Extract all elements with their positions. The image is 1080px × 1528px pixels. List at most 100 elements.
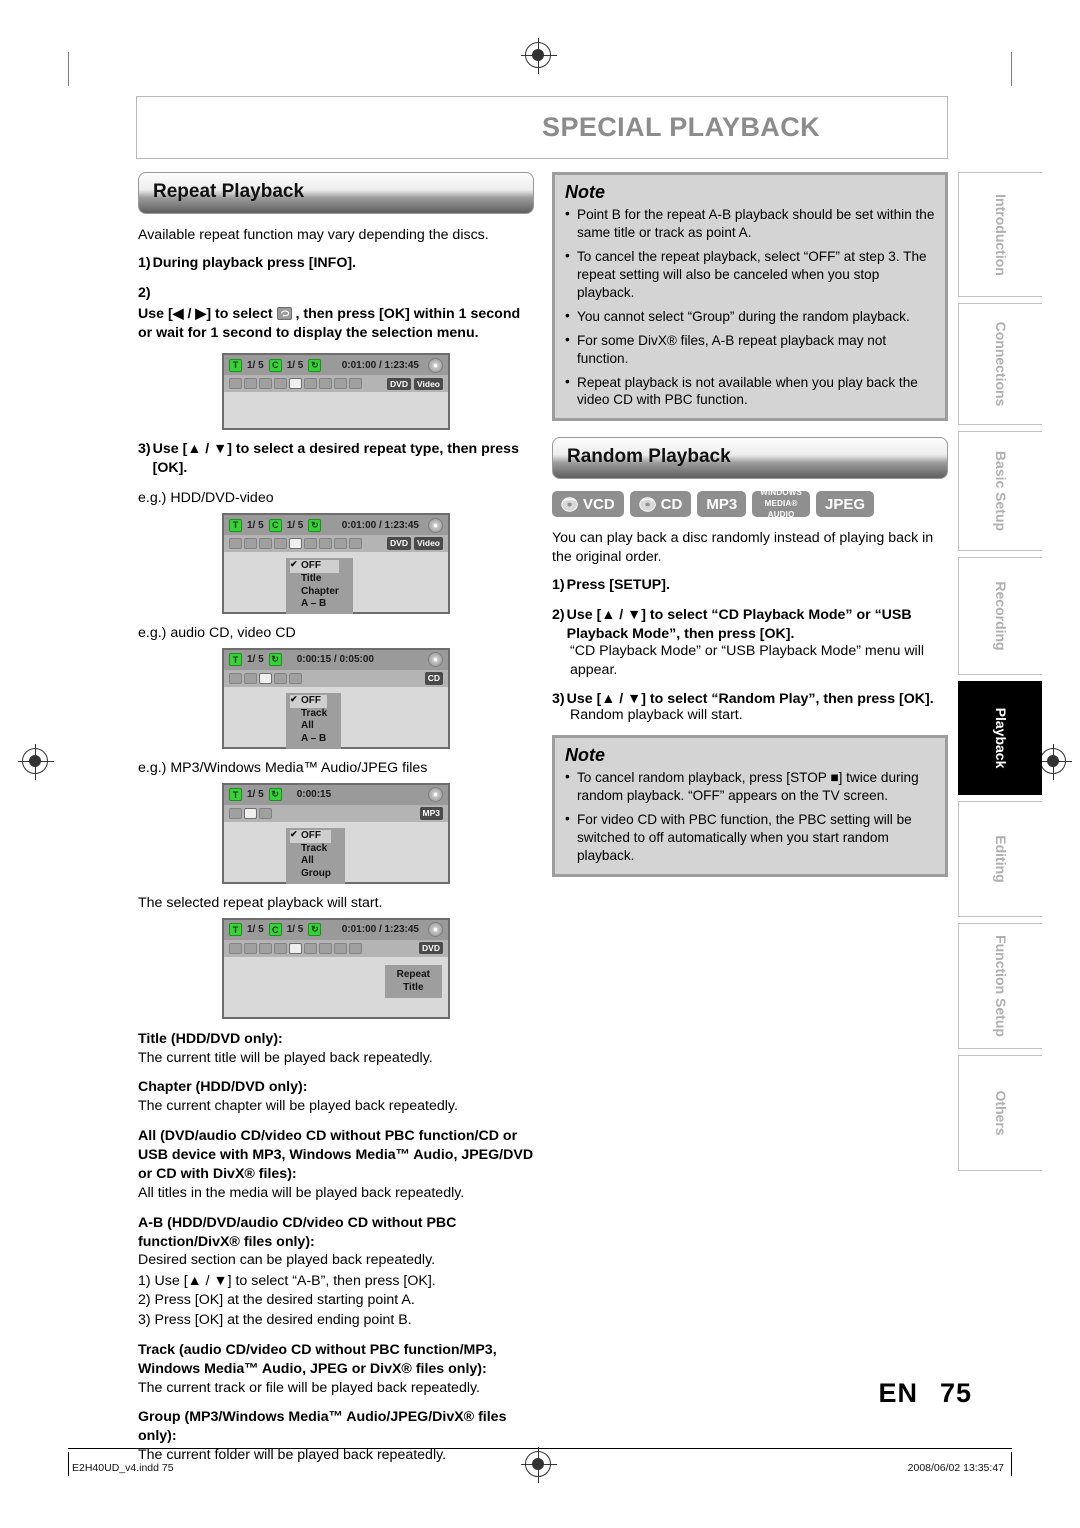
repeat-icon-osd [289,942,302,954]
language-code: EN [878,1378,918,1408]
osd-status-bar: T 1/ 5 ↻ 0:00:15 / 0:05:00 [224,649,448,670]
osd-chapter-badge: C [268,923,282,937]
sidebar-tab-introduction[interactable]: Introduction [958,172,1042,297]
note-item: Point B for the repeat A-B playback shou… [565,205,935,242]
osd-screen-area: OFF Title Chapter A – B [224,552,448,615]
format-badge: CD [424,672,443,685]
note-item: To cancel the repeat playback, select “O… [565,247,935,302]
type-heading-chapter: Chapter (HDD/DVD only): [138,1079,308,1096]
repeat-step-1: 1) During playback press [INFO]. [138,254,534,273]
menu-item-off[interactable]: OFF [290,694,328,708]
menu-item-all[interactable]: All [290,855,331,868]
osd-icon-bar: CD [224,669,448,687]
badge-windows-media-audio: WINDOWS MEDIA® AUDIO [752,489,811,519]
sidebar-tab-others[interactable]: Others [958,1055,1042,1171]
note-item: For video CD with PBC function, the PBC … [565,810,935,865]
osd-time: 0:01:00 / 1:23:45 [341,359,419,371]
manual-page: SPECIAL PLAYBACK Repeat Playback Availab… [0,0,1080,1528]
note-box-repeat: Note Point B for the repeat A-B playback… [552,172,948,422]
badge-label: JPEG [825,495,866,513]
tab-label: Editing [992,835,1009,883]
menu-item-all[interactable]: All [290,720,327,733]
noise-reduction-icon [319,378,332,390]
osd-format-badges: DVD [419,941,443,955]
repeat-type-menu[interactable]: OFF Track All Group [286,827,345,884]
osd-icon-bar: MP3 [224,804,448,822]
sidebar-tab-function-setup[interactable]: Function Setup [958,923,1042,1049]
disc-icon [561,497,578,512]
osd-chapter-count: 1/ 5 [286,924,304,936]
note-heading: Note [565,745,605,766]
registration-mark-right [1036,744,1072,780]
noise-reduction-icon [319,942,332,954]
repeat-status-overlay: Repeat Title [384,964,442,998]
type-body-ab: Desired section can be played back repea… [138,1252,436,1269]
osd-format-badges: CD [424,672,443,685]
note-heading: Note [565,182,605,202]
repeat-icon [276,306,292,320]
type-body-track: The current track or file will be played… [138,1379,480,1396]
osd-info-display: T 1/ 5 C 1/ 5 ↻ 0:01:00 / 1:23:45 DVD Vi… [222,353,450,431]
example-label-hdd-dvd: e.g.) HDD/DVD-video [138,490,274,507]
osd-chapter-count: 1/ 5 [286,519,304,531]
menu-item-ab[interactable]: A – B [290,598,339,611]
menu-item-chapter[interactable]: Chapter [290,586,339,599]
angle-icon [229,378,242,390]
badge-label: MP3 [706,495,738,513]
osd-screen-area: OFF Track All Group [224,821,448,884]
audio-icon [244,672,257,684]
step-3-number: 3) [138,441,151,458]
marker-icon [304,538,317,549]
random-step-2: 2) Use [▲ / ▼] to select “CD Playback Mo… [552,606,948,644]
random-step-3-note: Random playback will start. [570,707,743,724]
media-badge-row: VCD CD MP3 WINDOWS MEDIA® AUDIO JPEG [552,489,948,519]
repeat-step-3: 3) Use [▲ / ▼] to select a desired repea… [138,440,534,478]
type-body-all: All titles in the media will be played b… [138,1184,465,1201]
footer-rule [68,1448,1012,1449]
repeat-type-menu[interactable]: OFF Title Chapter A – B [286,558,353,615]
registration-mark-left [18,744,54,780]
crop-mark-tr-h [1011,52,1012,86]
menu-item-track[interactable]: Track [290,843,331,856]
menu-item-title[interactable]: Title [290,573,339,586]
sidebar-tab-editing[interactable]: Editing [958,801,1042,917]
disc-icon [428,652,443,668]
repeat-step-2: 2) Use [◀ / ▶] to select , then press [O… [138,284,534,343]
osd-mp3-repeat-menu: T 1/ 5 ↻ 0:00:15 MP3 OFF Track All [222,782,450,884]
sidebar-tab-playback[interactable]: Playback [958,681,1042,795]
badge-mp3: MP3 [697,491,747,518]
badge-label-line2: MEDIA® [764,499,798,509]
angle-icon [229,942,242,954]
menu-item-off[interactable]: OFF [290,559,339,573]
osd-title-badge: T [229,788,242,802]
tab-label: Connections [992,321,1009,407]
osd-icon-bar: DVD Video [224,375,448,393]
step-2-number: 2) [552,607,565,623]
type-heading-ab: A-B (HDD/DVD/audio CD/video CD without P… [138,1214,457,1250]
step-1-text: During playback press [INFO]. [152,254,357,271]
tab-label: Introduction [992,193,1009,276]
osd-title-count: 1/ 5 [247,359,264,371]
registration-mark-bottom [521,1447,557,1483]
ab-step-1: 1) Use [▲ / ▼] to select “A-B”, then pre… [138,1273,436,1290]
menu-item-track[interactable]: Track [290,708,327,721]
step-3-text: Use [▲ / ▼] to select a desired repeat t… [152,441,519,477]
section-title-repeat: Repeat Playback [153,181,305,202]
bookmark-icon [274,538,287,549]
step-2-text-a: Use [◀ / ▶] to select [138,305,273,322]
badge-label: VCD [583,495,615,513]
sidebar-tab-basic-setup[interactable]: Basic Setup [958,431,1042,551]
sidebar-tab-recording[interactable]: Recording [958,557,1042,675]
sidebar-tab-connections[interactable]: Connections [958,303,1042,425]
repeat-intro: Available repeat function may vary depen… [138,227,489,243]
menu-item-ab[interactable]: A – B [290,733,327,746]
repeat-icon-osd [259,672,272,684]
osd-time: 0:00:15 [296,789,332,801]
ab-step-3: 3) Press [OK] at the desired ending poin… [138,1311,412,1328]
menu-item-off[interactable]: OFF [290,829,331,843]
osd-status-bar: T 1/ 5 C 1/ 5 ↻ 0:01:00 / 1:23:45 [224,919,448,940]
step-1-number: 1) [552,577,565,594]
repeat-type-menu[interactable]: OFF Track All A – B [286,692,342,750]
audio-icon [244,378,257,390]
menu-item-group[interactable]: Group [290,868,331,881]
